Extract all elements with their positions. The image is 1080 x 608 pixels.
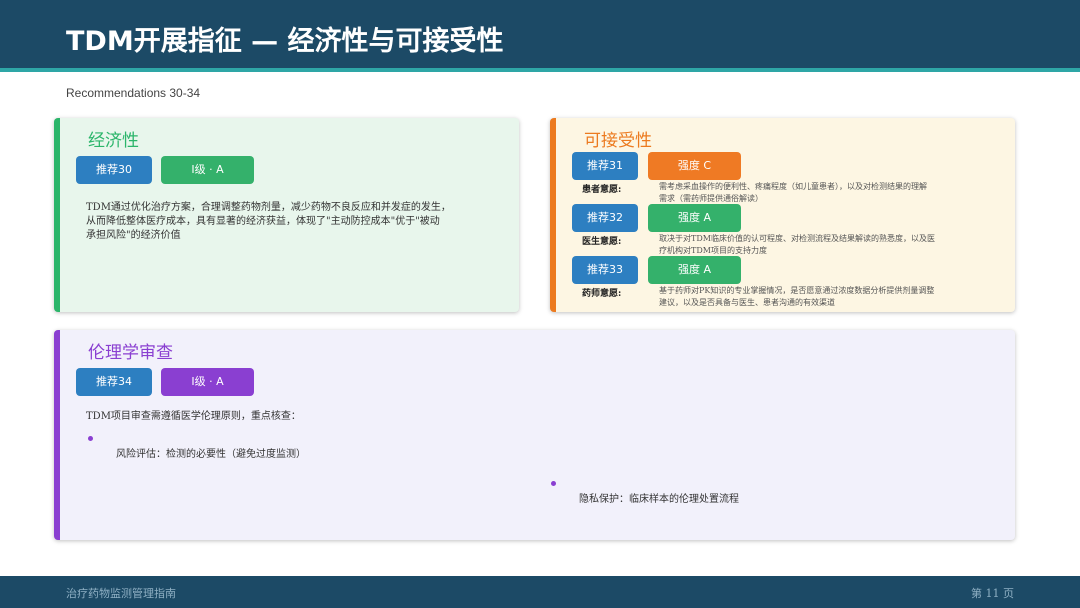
patient-desc-line1: 需考虑采血操作的便利性、疼痛程度（如儿童患者），以及对检测结果的理解: [659, 182, 927, 191]
pharmacist-desc-line2: 建议，以及是否具备与医生、患者沟通的有效渠道: [659, 298, 835, 307]
doctor-desc-line1: 取决于对TDM临床价值的认可程度、对检测流程及结果解读的熟悉度，以及医: [659, 234, 935, 243]
economy-title: 经济性: [88, 131, 139, 151]
strength-c-badge: 强度 C: [648, 152, 741, 180]
bullet-dot: [551, 481, 556, 486]
economy-card: 经济性 推荐30 Ⅰ级 · A TDM通过优化治疗方案，合理调整药物剂量，减少药…: [54, 118, 519, 312]
acceptability-title: 可接受性: [584, 131, 652, 151]
ethics-bullet-1: 风险评估：检测的必要性（避免过度监测）: [116, 449, 306, 460]
header-bar: TDM开展指征 — 经济性与可接受性: [0, 0, 1080, 72]
footer-document-title: 治疗药物监测管理指南: [66, 587, 176, 600]
economy-text-line2: 从而降低整体医疗成本，具有显著的经济获益，体现了"主动防控成本"优于"被动: [86, 216, 440, 227]
rec34-badge: 推荐34: [76, 368, 152, 396]
doctor-label: 医生意愿:: [582, 237, 622, 247]
strength-a-badge: 强度 A: [648, 204, 741, 232]
ethics-card: 伦理学审查 推荐34 Ⅰ级 · A TDM项目审查需遵循医学伦理原则，重点核查：…: [54, 330, 1015, 540]
footer-bar: 治疗药物监测管理指南 第 11 页: [0, 576, 1080, 608]
strength-a-badge: 强度 A: [648, 256, 741, 284]
footer-page-number: 第 11 页: [971, 587, 1014, 600]
acceptability-card: 可接受性 推荐31 强度 C 患者意愿: 需考虑采血操作的便利性、疼痛程度（如儿…: [550, 118, 1015, 312]
ethics-intro: TDM项目审查需遵循医学伦理原则，重点核查：: [86, 411, 301, 422]
page-subtitle: Recommendations 30-34: [66, 86, 201, 100]
pharmacist-label: 药师意愿:: [582, 289, 622, 299]
bullet-dot: [88, 436, 93, 441]
grade-badge: Ⅰ级 · A: [161, 156, 254, 184]
economy-text-line1: TDM通过优化治疗方案，合理调整药物剂量，减少药物不良反应和并发症的发生，: [86, 202, 451, 213]
ethics-title: 伦理学审查: [88, 343, 173, 363]
patient-label: 患者意愿:: [582, 185, 622, 195]
ethics-bullet-2: 隐私保护：临床样本的伦理处置流程: [579, 494, 739, 505]
pharmacist-desc-line1: 基于药师对PK知识的专业掌握情况，是否愿意通过浓度数据分析提供剂量调整: [659, 286, 935, 295]
economy-text-line3: 承担风险"的经济价值: [86, 230, 181, 241]
grade-badge: Ⅰ级 · A: [161, 368, 254, 396]
rec30-badge: 推荐30: [76, 156, 152, 184]
rec33-badge: 推荐33: [572, 256, 638, 284]
page-title: TDM开展指征 — 经济性与可接受性: [66, 26, 504, 57]
rec32-badge: 推荐32: [572, 204, 638, 232]
rec31-badge: 推荐31: [572, 152, 638, 180]
